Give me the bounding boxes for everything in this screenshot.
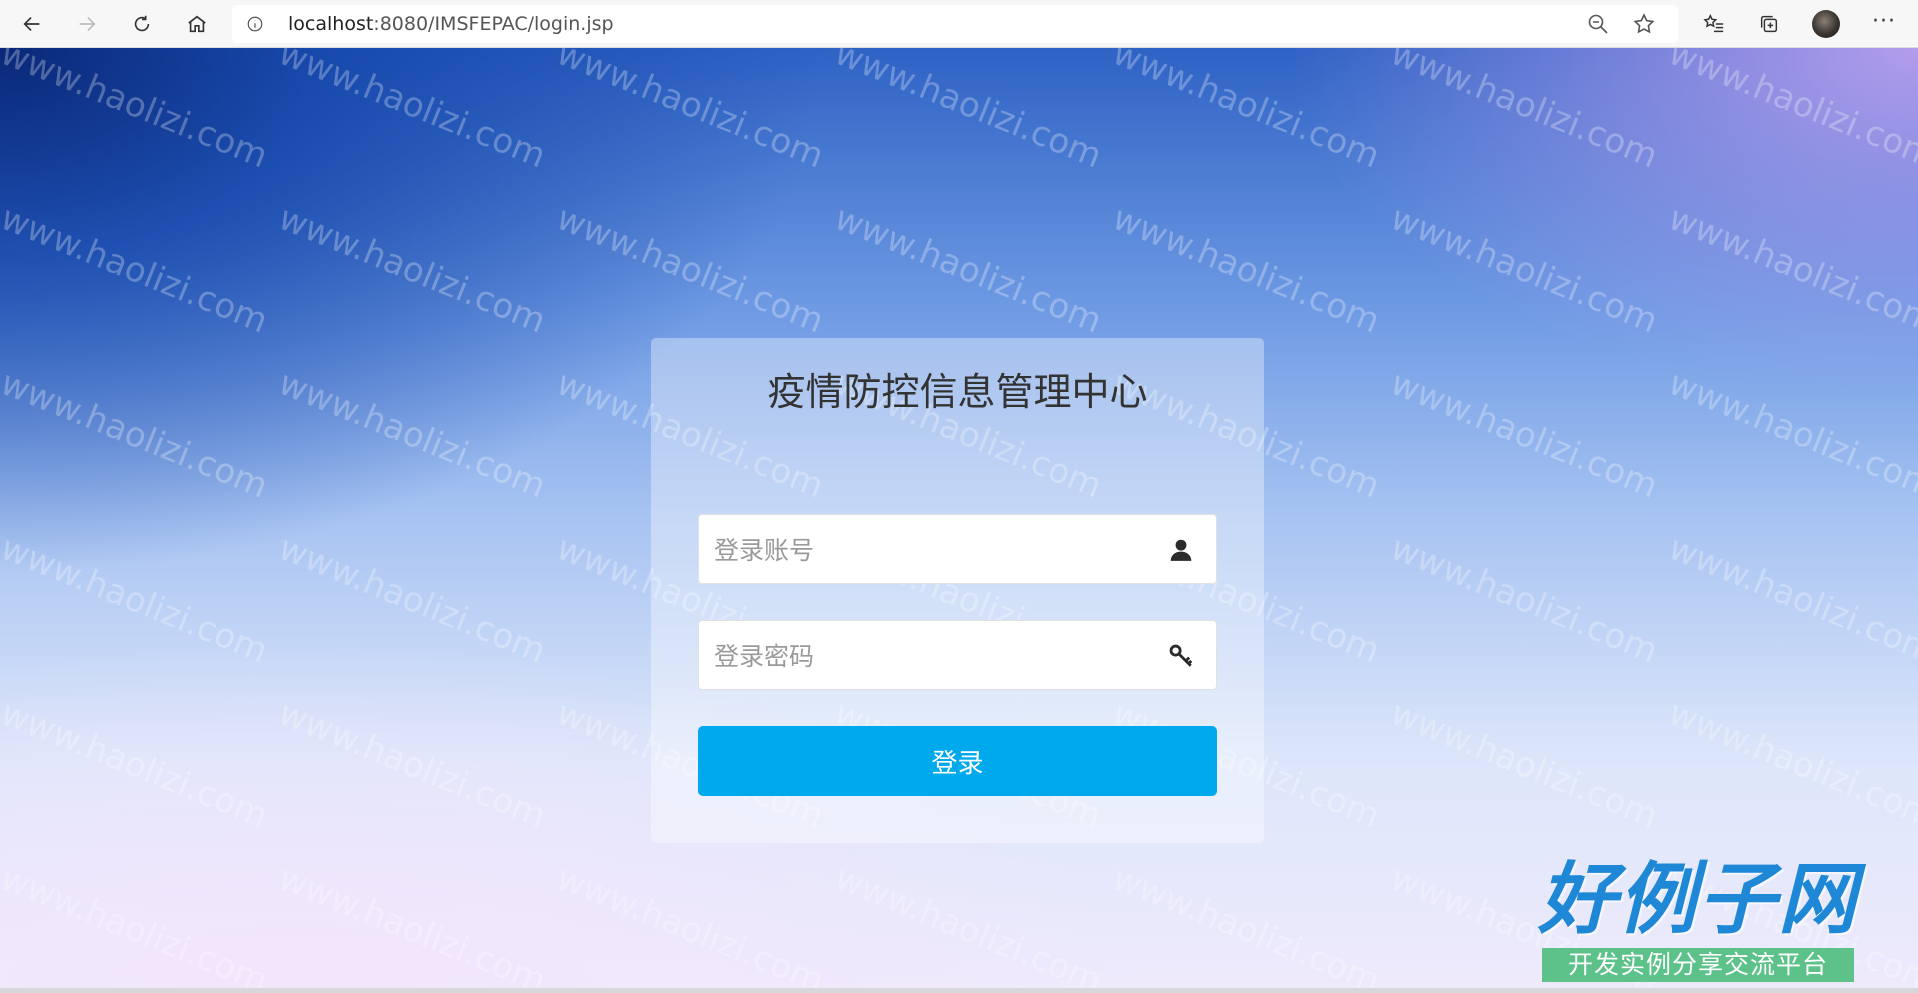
login-page: www.haolizi.com www.haolizi.com www.haoliz… (0, 48, 1918, 993)
key-icon (1168, 643, 1194, 669)
collections-icon (1760, 15, 1778, 33)
watermark-text: www.haolizi.com (1663, 693, 1918, 837)
browser-toolbar: localhost:8080/IMSFEPAC/login.jsp ··· (0, 0, 1918, 48)
watermark-text: www.haolizi.com (273, 528, 552, 672)
url-host: localhost (288, 13, 374, 35)
forward-button[interactable] (69, 6, 105, 42)
arrow-right-icon (79, 16, 96, 32)
url-text[interactable]: localhost:8080/IMSFEPAC/login.jsp (288, 13, 614, 35)
watermark-text: www.haolizi.com (273, 363, 552, 507)
login-button[interactable]: 登录 (698, 726, 1217, 796)
url-path: :8080/IMSFEPAC/login.jsp (373, 13, 614, 35)
watermark-text: www.haolizi.com (1107, 198, 1386, 342)
watermark-text: www.haolizi.com (1385, 198, 1664, 342)
watermark-text: www.haolizi.com (273, 198, 552, 342)
watermark-text: www.haolizi.com (829, 858, 1108, 993)
favorites-icon (1703, 14, 1724, 33)
watermark-text: www.haolizi.com (1385, 693, 1664, 837)
watermark-text: www.haolizi.com (0, 693, 274, 837)
watermark-text: www.haolizi.com (0, 198, 274, 342)
watermark-text: www.haolizi.com (273, 48, 552, 177)
favorites-button[interactable] (1700, 10, 1728, 38)
watermark-text: www.haolizi.com (551, 48, 830, 177)
username-field[interactable] (698, 514, 1217, 585)
watermark-text: www.haolizi.com (0, 858, 274, 993)
more-icon[interactable]: ··· (1868, 8, 1900, 40)
watermark-text: www.haolizi.com (1663, 198, 1918, 342)
home-icon (188, 15, 206, 33)
watermark-text: www.haolizi.com (1385, 363, 1664, 507)
watermark-text: www.haolizi.com (551, 198, 830, 342)
site-logo-main: 好例子网 (1538, 855, 1859, 945)
watermark-text: www.haolizi.com (0, 528, 274, 672)
zoom-out-icon[interactable] (1586, 12, 1610, 36)
password-input[interactable] (699, 621, 1156, 691)
login-card: 疫情防控信息管理中心 登录 (651, 338, 1264, 843)
username-input[interactable] (699, 515, 1156, 585)
watermark-text: www.haolizi.com (273, 693, 552, 837)
page-title: 疫情防控信息管理中心 (767, 370, 1148, 414)
watermark-text: www.haolizi.com (829, 198, 1108, 342)
bottom-strip (0, 988, 1918, 993)
refresh-button[interactable] (124, 6, 160, 42)
site-logo: 好例子网 开发实例分享交流平台 (1538, 856, 1858, 986)
watermark-text: www.haolizi.com (1385, 48, 1664, 177)
profile-avatar[interactable] (1812, 10, 1840, 38)
watermark-text: www.haolizi.com (0, 363, 274, 507)
info-icon[interactable] (246, 15, 264, 33)
arrow-left-icon (23, 16, 40, 32)
watermark-text: www.haolizi.com (1663, 528, 1918, 672)
collections-button[interactable] (1755, 10, 1783, 38)
watermark-text: www.haolizi.com (1107, 858, 1386, 993)
site-logo-sub: 开发实例分享交流平台 (1542, 948, 1854, 982)
star-icon[interactable] (1632, 12, 1656, 36)
watermark-text: www.haolizi.com (273, 858, 552, 993)
password-field[interactable] (698, 620, 1217, 691)
home-button[interactable] (179, 6, 215, 42)
watermark-text: www.haolizi.com (1663, 363, 1918, 507)
watermark-text: www.haolizi.com (1663, 48, 1918, 177)
watermark-text: www.haolizi.com (551, 858, 830, 993)
refresh-icon (134, 15, 150, 32)
watermark-text: www.haolizi.com (0, 48, 274, 177)
watermark-text: www.haolizi.com (1385, 528, 1664, 672)
watermark-text: www.haolizi.com (1107, 48, 1386, 177)
back-button[interactable] (14, 6, 50, 42)
user-icon (1168, 537, 1194, 563)
watermark-text: www.haolizi.com (829, 48, 1108, 177)
address-bar[interactable]: localhost:8080/IMSFEPAC/login.jsp (232, 5, 1678, 43)
